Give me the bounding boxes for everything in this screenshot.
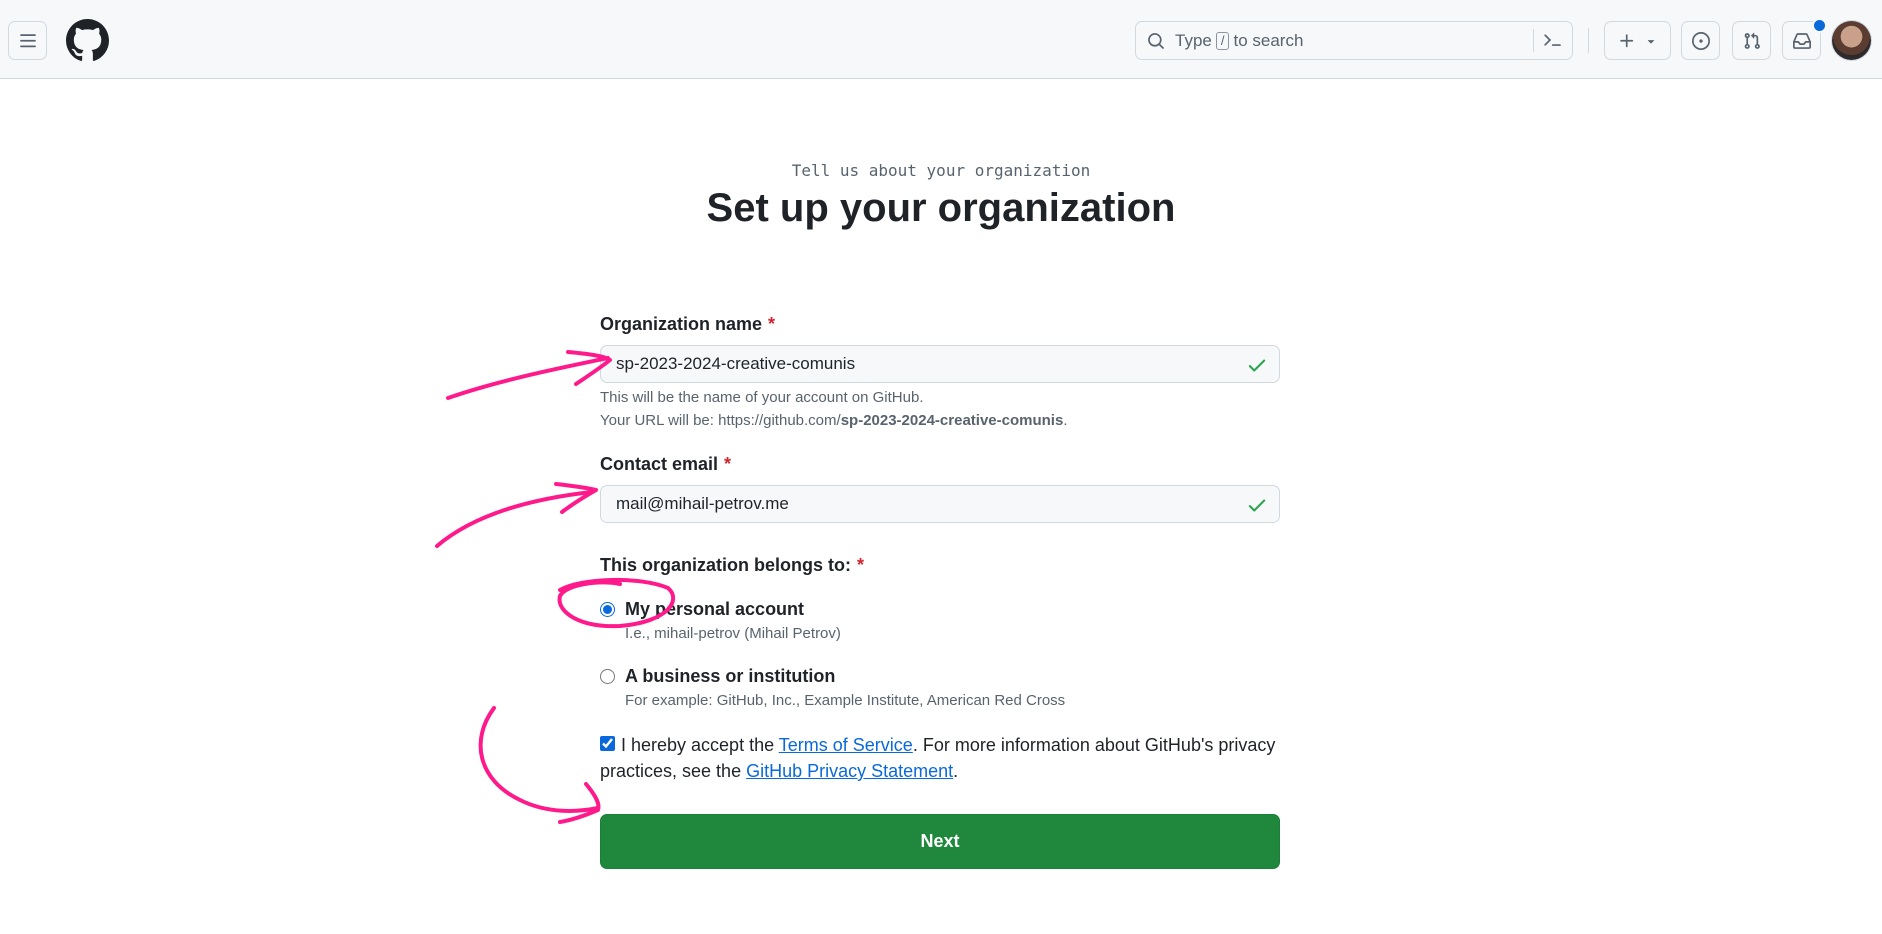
belongs-to-label-text: This organization belongs to: xyxy=(600,555,851,575)
hamburger-icon xyxy=(19,33,36,47)
page-title: Set up your organization xyxy=(706,186,1176,230)
org-url-note: Your URL will be: https://github.com/sp-… xyxy=(600,412,1067,429)
inbox-icon xyxy=(1792,32,1811,49)
command-palette-icon[interactable] xyxy=(1544,31,1562,49)
github-logo-icon[interactable] xyxy=(66,19,109,62)
search-placeholder-prefix: Type xyxy=(1175,30,1212,50)
check-icon xyxy=(1248,499,1266,512)
issue-opened-icon xyxy=(1691,31,1710,50)
terms-of-service-link[interactable]: Terms of Service xyxy=(779,735,913,755)
triangle-down-icon xyxy=(1647,39,1654,44)
next-button[interactable]: Next xyxy=(600,814,1280,869)
check-icon xyxy=(1248,359,1266,372)
search-placeholder-suffix: to search xyxy=(1233,30,1304,50)
required-mark: * xyxy=(768,314,776,334)
org-url-slug: sp-2023-2024-creative-comunis xyxy=(840,412,1064,429)
annotation-arrow-org-name xyxy=(446,350,612,400)
create-new-button[interactable] xyxy=(1604,21,1671,60)
contact-email-input[interactable] xyxy=(600,485,1280,523)
issues-button[interactable] xyxy=(1681,21,1720,60)
privacy-statement-link[interactable]: GitHub Privacy Statement xyxy=(746,761,953,781)
business-label[interactable]: A business or institution xyxy=(625,666,835,687)
menu-button[interactable] xyxy=(8,21,47,60)
search-divider xyxy=(1533,29,1534,52)
belongs-to-label: This organization belongs to: * xyxy=(600,555,864,576)
personal-account-label[interactable]: My personal account xyxy=(625,599,804,620)
personal-account-radio[interactable] xyxy=(600,602,615,617)
org-name-label-text: Organization name xyxy=(600,314,763,334)
avatar[interactable] xyxy=(1832,21,1871,60)
terms-text-before: I hereby accept the xyxy=(621,735,779,755)
org-url-suffix: . xyxy=(1063,412,1068,429)
annotation-curved-arrow-next xyxy=(478,706,601,824)
annotation-overlay xyxy=(435,350,675,824)
plus-icon xyxy=(1619,33,1633,47)
search-shortcut-key: / xyxy=(1215,31,1230,50)
pull-requests-button[interactable] xyxy=(1732,21,1771,60)
top-nav-bar: Type / to search xyxy=(0,0,1882,79)
contact-email-label-text: Contact email xyxy=(600,454,719,474)
org-url-prefix: Your URL will be: https://github.com/ xyxy=(600,412,841,429)
terms-text-after: . xyxy=(953,761,959,781)
required-mark: * xyxy=(724,454,732,474)
terms-text: I hereby accept the Terms of Service. Fo… xyxy=(600,732,1280,784)
unread-notification-dot xyxy=(1812,18,1827,33)
header-divider xyxy=(1588,28,1589,53)
business-radio[interactable] xyxy=(600,669,615,684)
annotation-arrow-email xyxy=(435,482,598,548)
page-subtitle: Tell us about your organization xyxy=(791,161,1091,180)
search-input[interactable]: Type / to search xyxy=(1135,21,1573,60)
org-name-note: This will be the name of your account on… xyxy=(600,389,924,406)
personal-account-note: I.e., mihail-petrov (Mihail Petrov) xyxy=(625,625,841,642)
org-name-label: Organization name * xyxy=(600,314,775,335)
git-pull-request-icon xyxy=(1744,32,1760,49)
required-mark: * xyxy=(857,555,865,575)
contact-email-label: Contact email * xyxy=(600,454,731,475)
search-icon xyxy=(1147,32,1165,50)
business-note: For example: GitHub, Inc., Example Insti… xyxy=(625,692,1066,709)
org-name-input[interactable] xyxy=(600,345,1280,383)
